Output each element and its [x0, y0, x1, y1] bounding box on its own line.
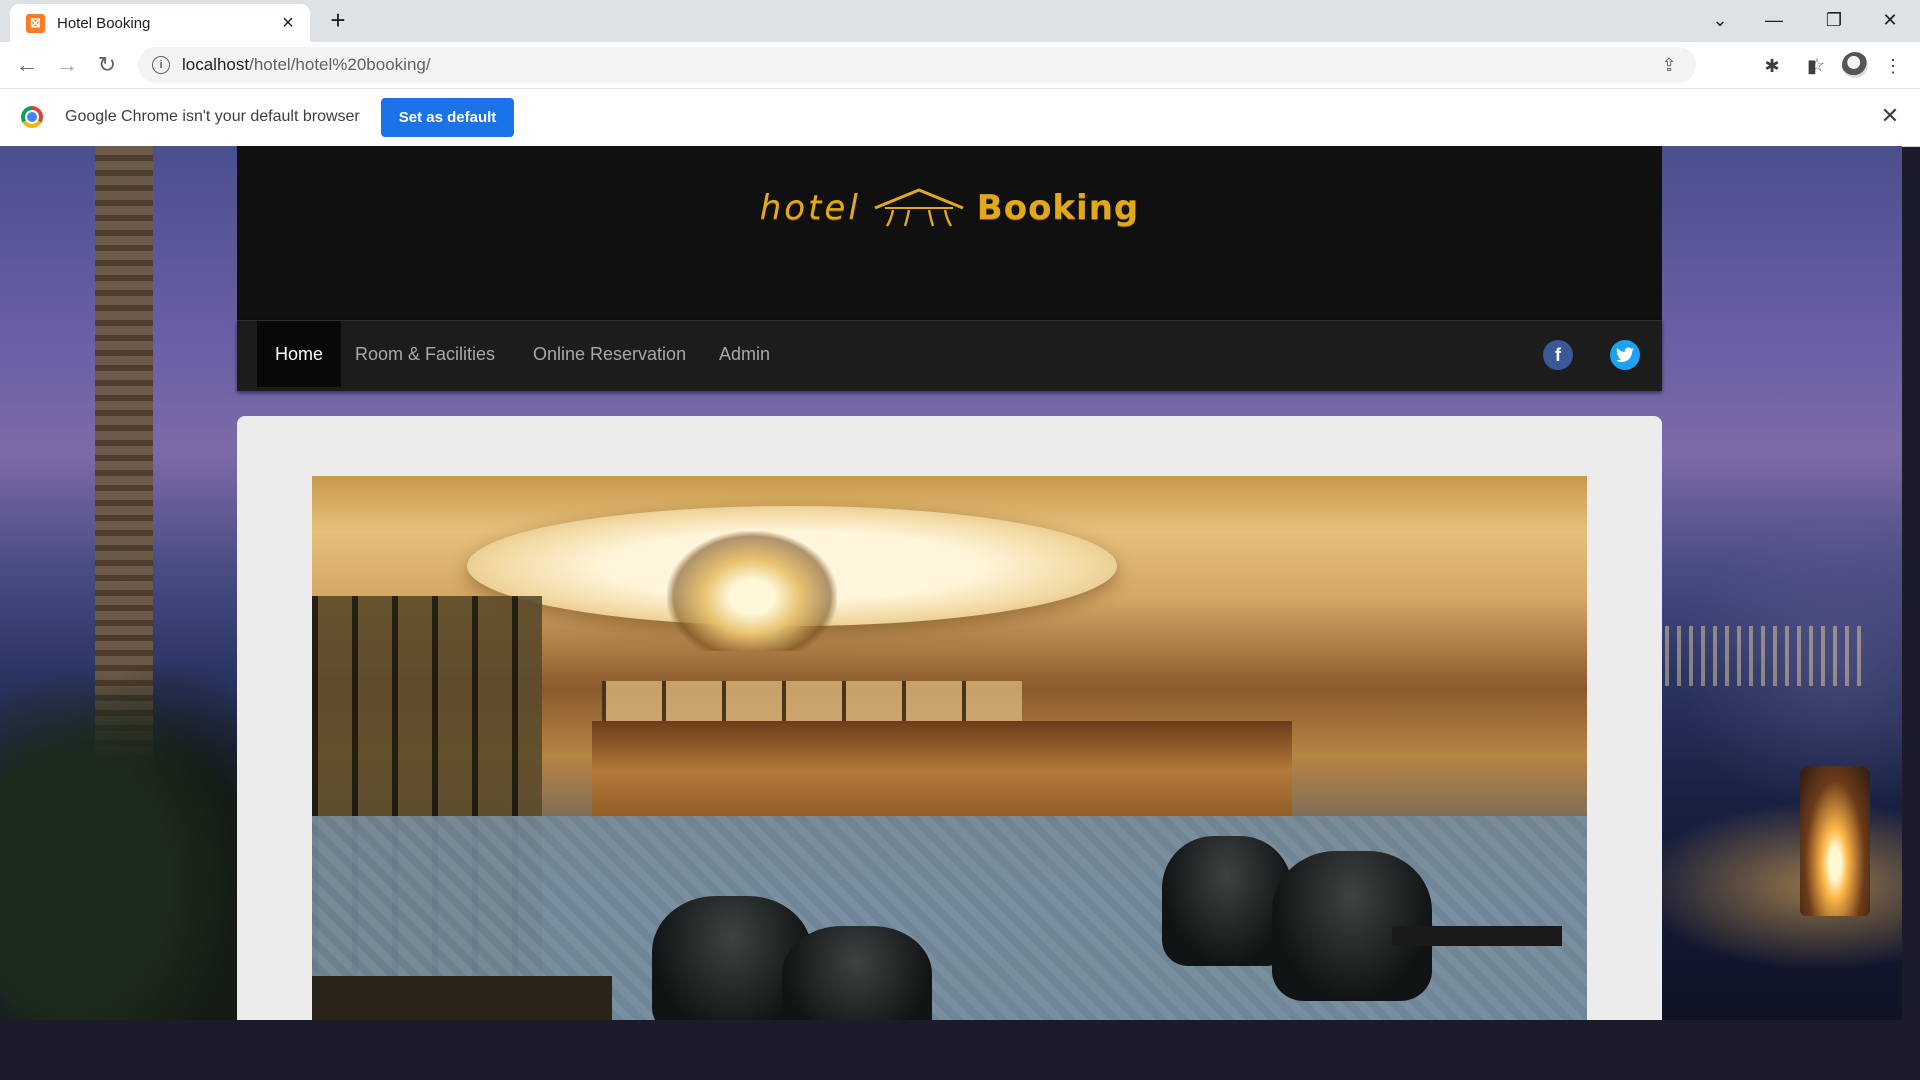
new-tab-button[interactable]: +	[324, 5, 352, 35]
main-nav: Home Room & Facilities Online Reservatio…	[237, 320, 1662, 391]
page-viewport: hotel Booking Home Room & Facilities Onl…	[0, 146, 1902, 1020]
extensions-puzzle-icon[interactable]: ✱	[1761, 55, 1783, 77]
lobby-reception-desk	[592, 721, 1292, 821]
nav-admin[interactable]: Admin	[701, 321, 788, 387]
side-panel-icon[interactable]: ▮	[1801, 55, 1823, 77]
back-arrow-icon[interactable]: ←	[12, 50, 42, 80]
hotel-roof-logo-icon	[874, 188, 964, 227]
restore-button[interactable]: ❐	[1806, 0, 1862, 40]
background-lantern	[1800, 766, 1870, 916]
site-header: hotel Booking	[237, 146, 1662, 320]
browser-toolbar: ← → ↻ i localhost/hotel/hotel%20booking/…	[0, 42, 1920, 88]
lobby-side-table	[312, 976, 612, 1020]
default-browser-infobar: Google Chrome isn't your default browser…	[0, 88, 1920, 147]
background-foliage	[0, 666, 240, 1020]
browser-tab[interactable]: ⊠ Hotel Booking ×	[10, 4, 310, 42]
logo-text-hotel: hotel	[759, 188, 861, 228]
tab-search-chevron-icon[interactable]: ⌄	[1692, 0, 1748, 40]
logo-text-booking: Booking	[976, 188, 1140, 228]
minimize-button[interactable]: —	[1746, 0, 1802, 40]
forward-arrow-icon[interactable]: →	[52, 50, 82, 80]
profile-avatar[interactable]	[1842, 52, 1868, 78]
nav-room-facilities[interactable]: Room & Facilities	[337, 321, 513, 387]
tab-title: Hotel Booking	[57, 14, 151, 32]
lobby-coffee-table	[1392, 926, 1562, 946]
browser-tab-strip: ⊠ Hotel Booking × + ⌄ — ❐ ✕	[0, 0, 1920, 42]
hotel-lobby-photo	[312, 476, 1587, 1020]
set-as-default-button[interactable]: Set as default	[381, 98, 514, 137]
chrome-logo-icon	[21, 106, 43, 128]
main-content-panel	[237, 416, 1662, 1020]
background-resort-lights	[1665, 626, 1865, 686]
lobby-armchair	[782, 926, 932, 1020]
nav-online-reservation[interactable]: Online Reservation	[515, 321, 704, 387]
reload-icon[interactable]: ↻	[92, 50, 122, 80]
close-tab-icon[interactable]: ×	[276, 11, 300, 35]
facebook-icon[interactable]: f	[1543, 340, 1573, 370]
xampp-favicon-icon: ⊠	[26, 13, 45, 33]
lobby-chandelier	[667, 531, 837, 651]
menu-kebab-icon[interactable]: ⋮	[1882, 55, 1904, 77]
share-icon[interactable]: ⇪	[1658, 54, 1680, 76]
infobar-message: Google Chrome isn't your default browser	[65, 108, 360, 125]
infobar-close-icon[interactable]: ✕	[1878, 103, 1902, 128]
url-text[interactable]: localhost/hotel/hotel%20booking/	[182, 55, 431, 75]
twitter-icon[interactable]	[1610, 340, 1640, 370]
site-info-icon[interactable]: i	[152, 56, 170, 74]
nav-home[interactable]: Home	[257, 321, 342, 387]
close-window-button[interactable]: ✕	[1862, 0, 1918, 40]
address-bar[interactable]: i localhost/hotel/hotel%20booking/ ⇪ ☆	[138, 47, 1825, 83]
site-logo[interactable]: hotel Booking	[237, 186, 1662, 230]
